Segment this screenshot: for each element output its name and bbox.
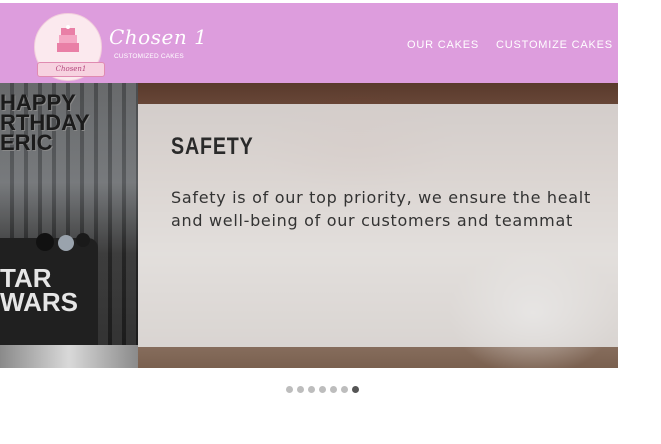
hero-description: Safety is of our top priority, we ensure… (171, 186, 618, 232)
cake-starwars-text: TAR WARS (0, 265, 90, 317)
logo-ribbon: Chosen1 (37, 62, 105, 77)
cake-topper-line: ERIC (0, 130, 53, 155)
carousel-dot[interactable] (297, 386, 304, 393)
nav-our-cakes[interactable]: OUR CAKES (407, 39, 479, 51)
cake-logo-icon (57, 25, 79, 52)
cake-text-line: WARS (0, 287, 78, 317)
brand-name[interactable]: Chosen 1 (109, 25, 207, 49)
page: Chosen1 Chosen 1 CUSTOMIZED CAKES OUR CA… (0, 0, 618, 444)
carousel-dot[interactable] (341, 386, 348, 393)
carousel-dots (286, 386, 359, 393)
carousel-dot[interactable] (352, 386, 359, 393)
brand-tagline: CUSTOMIZED CAKES (114, 53, 184, 60)
hero-cake-image: HAPPY RTHDAY ERIC TAR WARS (0, 83, 138, 368)
cake-decoration (36, 233, 54, 251)
main-nav: OUR CAKES CUSTOMIZE CAKES (407, 39, 613, 51)
cake-decoration (58, 235, 74, 251)
cake-base (0, 345, 138, 368)
hero-title: SAFETY (171, 133, 254, 160)
site-header: Chosen1 Chosen 1 CUSTOMIZED CAKES OUR CA… (0, 3, 618, 83)
carousel-dot[interactable] (286, 386, 293, 393)
hero-description-line: Safety is of our top priority, we ensure… (171, 188, 591, 207)
hero-description-line: and well-being of our customers and team… (171, 211, 573, 230)
cake-topper: HAPPY RTHDAY ERIC (0, 92, 100, 155)
carousel-dot[interactable] (330, 386, 337, 393)
nav-customize-cakes[interactable]: CUSTOMIZE CAKES (496, 39, 613, 51)
cake-decoration (76, 233, 90, 247)
carousel-dot[interactable] (319, 386, 326, 393)
carousel-dot[interactable] (308, 386, 315, 393)
